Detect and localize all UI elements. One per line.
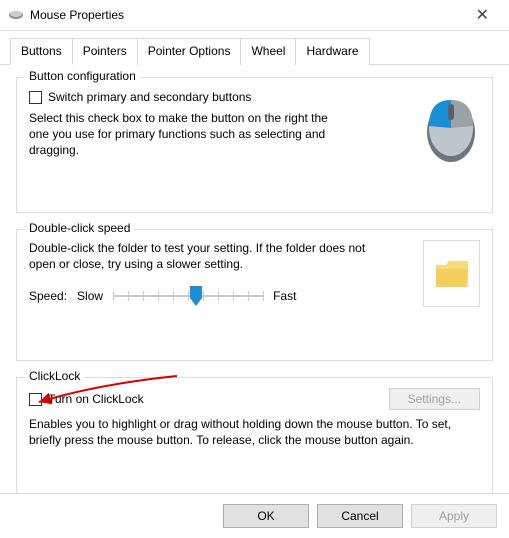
group-clicklock: ClickLock Turn on ClickLock Settings... … [16,377,493,501]
close-icon[interactable]: ✕ [464,5,501,25]
dialog-button-bar: OK Cancel Apply [0,493,509,538]
apply-button: Apply [411,504,497,528]
tab-pointers[interactable]: Pointers [72,38,138,65]
cancel-button[interactable]: Cancel [317,504,403,528]
tab-buttons[interactable]: Buttons [10,38,73,65]
clicklock-checkbox[interactable] [29,393,42,406]
slow-label: Slow [77,289,103,303]
clicklock-description: Enables you to highlight or drag without… [29,416,469,448]
clicklock-label: Turn on ClickLock [48,392,144,406]
switch-buttons-checkbox[interactable] [29,91,42,104]
tab-wheel[interactable]: Wheel [240,38,296,65]
tab-content: Button configuration Switch primary and … [0,65,509,529]
group-title: Button configuration [25,69,140,83]
speed-label: Speed: [29,289,67,303]
mouse-properties-window: Mouse Properties ✕ Buttons Pointers Poin… [0,0,509,538]
group-title: Double-click speed [25,221,134,235]
tab-hardware[interactable]: Hardware [295,38,369,65]
group-double-click-speed: Double-click speed Double-click the fold… [16,229,493,361]
folder-icon [434,259,470,289]
title-bar: Mouse Properties ✕ [0,0,509,31]
ok-button[interactable]: OK [223,504,309,528]
mouse-illustration [422,88,480,166]
double-click-test-folder[interactable] [423,240,480,307]
double-click-description: Double-click the folder to test your set… [29,240,369,272]
mouse-icon [8,9,24,21]
group-button-configuration: Button configuration Switch primary and … [16,77,493,213]
clicklock-settings-button: Settings... [389,388,480,410]
double-click-speed-slider[interactable] [113,284,263,308]
fast-label: Fast [273,289,296,303]
switch-buttons-label: Switch primary and secondary buttons [48,90,251,104]
tab-pointer-options[interactable]: Pointer Options [137,38,242,65]
switch-buttons-description: Select this check box to make the button… [29,110,349,159]
tab-row: Buttons Pointers Pointer Options Wheel H… [0,31,509,65]
slider-thumb[interactable] [190,286,202,306]
window-title: Mouse Properties [30,8,124,22]
group-title: ClickLock [25,369,84,383]
